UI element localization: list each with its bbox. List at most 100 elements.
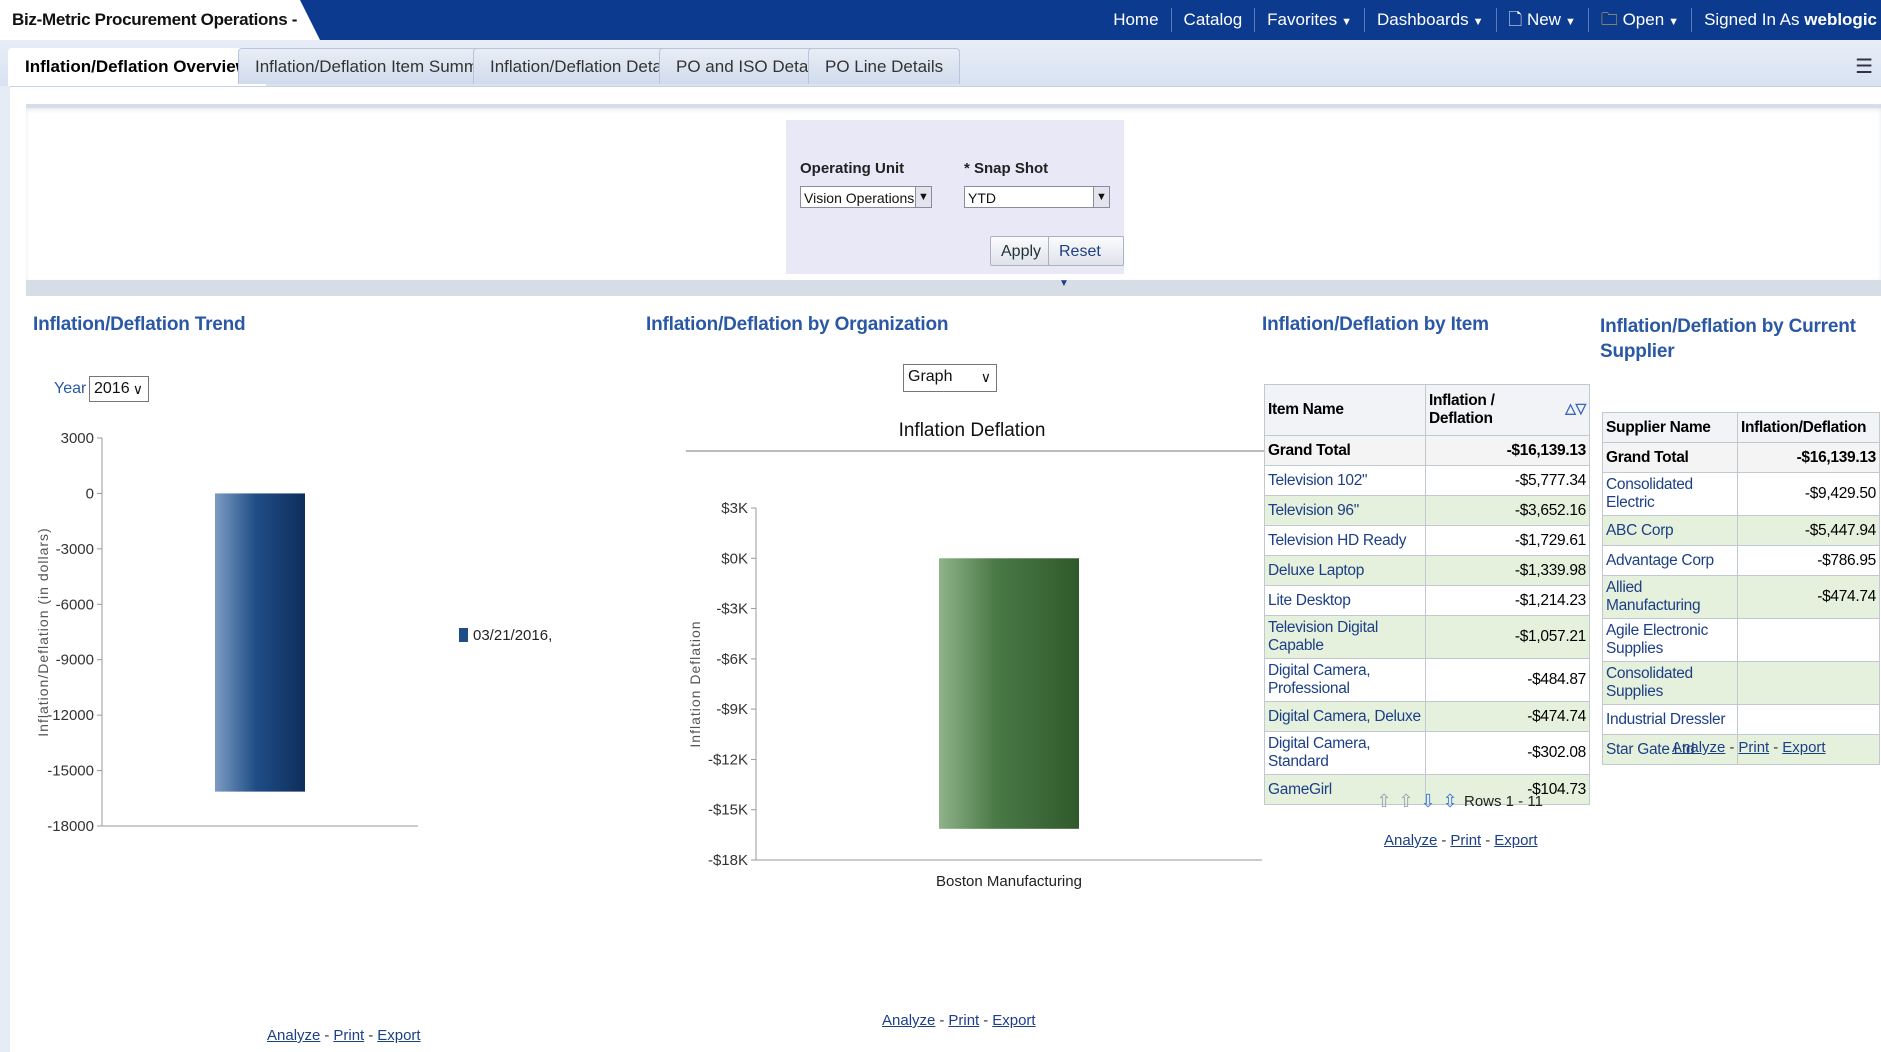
- supplier-print-link[interactable]: Print: [1738, 739, 1769, 756]
- supplier-links: Analyze - Print - Export: [1672, 739, 1826, 756]
- chevron-down-icon[interactable]: ▼: [915, 186, 932, 208]
- col-inflation-deflation-label: Inflation / Deflation: [1429, 392, 1495, 427]
- chevron-down-icon[interactable]: ▼: [1093, 186, 1110, 208]
- supplier-name-link[interactable]: Advantage Corp: [1602, 545, 1738, 576]
- reset-button[interactable]: Reset ▼: [1048, 236, 1124, 289]
- y-tick-label: $0K: [721, 550, 748, 567]
- supplier-grand-total-label: Grand Total: [1602, 442, 1738, 473]
- supplier-export-link[interactable]: Export: [1782, 739, 1825, 756]
- chevron-down-icon: ∨: [132, 381, 143, 397]
- value-cell: [1737, 704, 1880, 735]
- item-name-link[interactable]: Digital Camera, Standard: [1264, 731, 1426, 775]
- supplier-name-link[interactable]: Allied Manufacturing: [1602, 575, 1738, 619]
- trend-export-link[interactable]: Export: [377, 1027, 420, 1044]
- supplier-name-link[interactable]: ABC Corp: [1602, 515, 1738, 546]
- table-row: Digital Camera, Standard -$302.08: [1264, 731, 1590, 775]
- operating-unit-label: Operating Unit: [800, 160, 905, 177]
- table-row: Digital Camera, Professional -$484.87: [1264, 658, 1590, 702]
- supplier-name-link[interactable]: Consolidated Supplies: [1602, 661, 1738, 705]
- all-rows-icon[interactable]: ⇳: [1442, 790, 1458, 812]
- first-page-icon[interactable]: ⇧: [1376, 790, 1392, 812]
- item-analyze-link[interactable]: Analyze: [1384, 832, 1437, 849]
- view-select[interactable]: Graph ∨: [903, 364, 997, 392]
- apply-button[interactable]: Apply: [990, 236, 1053, 266]
- operating-unit-select[interactable]: Vision Operations ▼: [800, 186, 932, 208]
- y-tick-label: -$3K: [716, 601, 748, 618]
- tab-inflation-deflation-overview[interactable]: Inflation/Deflation Overview: [8, 48, 266, 86]
- value-cell: [1737, 618, 1880, 662]
- page-options-icon[interactable]: ☰: [1855, 54, 1873, 79]
- item-name-link[interactable]: Television 102": [1264, 465, 1426, 496]
- table-row: ABC Corp -$5,447.94: [1602, 515, 1880, 546]
- item-name-link[interactable]: Television 96": [1264, 495, 1426, 526]
- item-name-link[interactable]: Television HD Ready: [1264, 525, 1426, 556]
- col-item-name: Item Name: [1264, 384, 1426, 436]
- col-inflation-deflation[interactable]: Inflation / Deflation △▽: [1425, 384, 1590, 436]
- year-select[interactable]: 2016 ∨: [89, 376, 149, 402]
- nav-home[interactable]: Home: [1101, 8, 1172, 32]
- value-cell: -$3,652.16: [1425, 495, 1590, 526]
- nav-favorites[interactable]: Favorites ▼: [1255, 8, 1365, 32]
- col-supplier-value: Inflation/Deflation: [1737, 412, 1880, 443]
- item-print-link[interactable]: Print: [1450, 832, 1481, 849]
- table-row: Television 102" -$5,777.34: [1264, 465, 1590, 496]
- nav-new[interactable]: 🗋 New ▼: [1497, 8, 1589, 32]
- bar[interactable]: [939, 558, 1079, 829]
- section-separator: [26, 288, 1881, 296]
- operating-unit-value: Vision Operations: [804, 190, 915, 206]
- dashboard-prompt: Operating Unit Vision Operations ▼ * Sna…: [786, 120, 1124, 289]
- trend-print-link[interactable]: Print: [333, 1027, 364, 1044]
- nav-open[interactable]: 🗀 Open ▼: [1589, 8, 1693, 32]
- supplier-name-link[interactable]: Agile Electronic Supplies: [1602, 618, 1738, 662]
- x-axis-label: Inventory Org Name: [932, 911, 1085, 914]
- chart-title: Inflation Deflation: [899, 420, 1046, 441]
- trend-title: Inflation/Deflation Trend: [33, 314, 246, 335]
- org-export-link[interactable]: Export: [992, 1012, 1035, 1029]
- supplier-table: Supplier Name Inflation/Deflation Grand …: [1602, 412, 1880, 765]
- org-links: Analyze - Print - Export: [882, 1012, 1036, 1029]
- item-name-link[interactable]: Lite Desktop: [1264, 585, 1426, 616]
- item-name-link[interactable]: Digital Camera, Deluxe: [1264, 701, 1426, 732]
- value-cell: -$302.08: [1425, 731, 1590, 775]
- signed-in-info[interactable]: Signed In As weblogic: [1692, 8, 1881, 32]
- snapshot-label: * Snap Shot: [964, 160, 1049, 177]
- value-cell: -$786.95: [1737, 545, 1880, 576]
- y-axis-label: Inflation Deflation: [687, 620, 703, 747]
- col-supplier-name: Supplier Name: [1602, 412, 1738, 443]
- nav-open-label: Open: [1622, 10, 1665, 29]
- org-title: Inflation/Deflation by Organization: [646, 314, 949, 335]
- nav-dashboards-label: Dashboards: [1376, 10, 1469, 29]
- y-tick-label: 3000: [61, 430, 94, 447]
- value-cell: -$5,777.34: [1425, 465, 1590, 496]
- chevron-down-icon: ▼: [1472, 16, 1484, 28]
- nav-catalog[interactable]: Catalog: [1172, 8, 1256, 32]
- supplier-name-link[interactable]: Industrial Dressler: [1602, 704, 1738, 735]
- supplier-title-line2: Supplier: [1600, 341, 1675, 362]
- left-edge: [0, 86, 10, 1052]
- org-analyze-link[interactable]: Analyze: [882, 1012, 935, 1029]
- tab-po-line-details[interactable]: PO Line Details: [808, 48, 961, 84]
- item-export-link[interactable]: Export: [1494, 832, 1537, 849]
- trend-analyze-link[interactable]: Analyze: [267, 1027, 320, 1044]
- value-cell: -$1,729.61: [1425, 525, 1590, 556]
- bar[interactable]: [215, 493, 305, 792]
- table-row: Digital Camera, Deluxe -$474.74: [1264, 701, 1590, 732]
- folder-icon: 🗀: [1600, 10, 1623, 29]
- supplier-name-link[interactable]: Consolidated Electric: [1602, 472, 1738, 516]
- y-tick-label: -$15K: [708, 802, 748, 819]
- y-tick-label: -$6K: [716, 651, 748, 668]
- next-page-icon[interactable]: ⇩: [1420, 790, 1436, 812]
- value-cell: -$5,447.94: [1737, 515, 1880, 546]
- sort-icon[interactable]: △▽: [1565, 400, 1586, 417]
- snapshot-select[interactable]: YTD ▼: [964, 186, 1110, 208]
- nav-dashboards[interactable]: Dashboards ▼: [1365, 8, 1497, 32]
- dashboard-content: Inflation/Deflation Trend Year 2016 ∨ 30…: [26, 296, 1881, 1052]
- item-name-link[interactable]: Digital Camera, Professional: [1264, 658, 1426, 702]
- item-name-link[interactable]: Television Digital Capable: [1264, 615, 1426, 659]
- table-row: Allied Manufacturing -$474.74: [1602, 575, 1880, 619]
- org-print-link[interactable]: Print: [948, 1012, 979, 1029]
- chevron-down-icon: ▼: [1564, 16, 1576, 28]
- item-name-link[interactable]: Deluxe Laptop: [1264, 555, 1426, 586]
- previous-page-icon[interactable]: ⇧: [1398, 790, 1414, 812]
- supplier-analyze-link[interactable]: Analyze: [1672, 739, 1725, 756]
